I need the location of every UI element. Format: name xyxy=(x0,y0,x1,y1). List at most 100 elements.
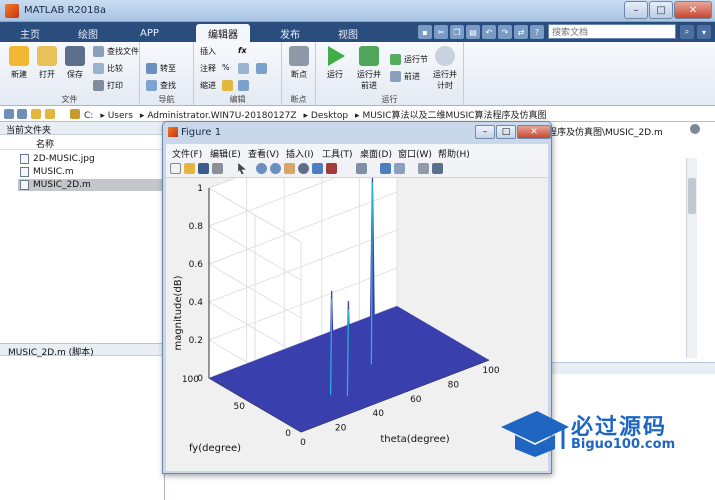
menu-desktop[interactable]: 桌面(D) xyxy=(360,147,392,160)
browse-folder-icon[interactable] xyxy=(45,109,55,119)
zoom-in-icon[interactable] xyxy=(256,163,267,174)
file-item[interactable]: MUSIC.m xyxy=(18,166,163,178)
editor-scrollbar[interactable] xyxy=(686,158,697,358)
rotate-3d-icon[interactable] xyxy=(298,163,309,174)
ribbon-collapse-icon[interactable]: ▾ xyxy=(697,25,711,39)
help-quick-icon[interactable]: ? xyxy=(530,25,544,39)
switch-windows-icon[interactable]: ⇄ xyxy=(514,25,528,39)
tab-apps[interactable]: APP xyxy=(128,24,171,42)
save-icon xyxy=(65,46,85,66)
crumb-users[interactable]: Users xyxy=(108,111,133,121)
select-arrow-icon[interactable] xyxy=(238,163,246,174)
file-item[interactable]: 2D-MUSIC.jpg xyxy=(18,153,163,165)
forward-arrow-icon[interactable] xyxy=(17,109,27,119)
figure-maximize-button[interactable]: □ xyxy=(496,125,516,139)
open-file-icon[interactable] xyxy=(184,163,195,174)
decrease-indent-icon[interactable] xyxy=(238,80,249,91)
figure-title: Figure 1 xyxy=(181,127,222,138)
goto-button[interactable]: 转至 xyxy=(146,63,176,74)
maximize-button[interactable]: □ xyxy=(649,1,673,19)
new-figure-icon[interactable] xyxy=(170,163,181,174)
crumb-user[interactable]: Administrator.WIN7U-20180127Z xyxy=(147,111,296,121)
search-docs-input[interactable] xyxy=(548,24,676,39)
watermark-url: Biguo100.com xyxy=(571,437,676,452)
file-item-selected[interactable]: MUSIC_2D.m xyxy=(18,179,163,191)
folder-up-icon[interactable] xyxy=(31,109,41,119)
figure-minimize-button[interactable]: – xyxy=(475,125,495,139)
tab-plots[interactable]: 绘图 xyxy=(66,24,110,42)
name-column-header[interactable]: 名称 xyxy=(0,137,165,150)
comment-button[interactable]: 注释 xyxy=(200,63,216,74)
tab-view[interactable]: 视图 xyxy=(326,24,370,42)
advance-button[interactable]: 前进 xyxy=(390,71,420,82)
find-button[interactable]: 查找 xyxy=(146,80,176,91)
save-quick-icon[interactable]: ▪ xyxy=(418,25,432,39)
zoom-out-icon[interactable] xyxy=(270,163,281,174)
hide-plot-tools-icon[interactable] xyxy=(418,163,429,174)
menu-insert[interactable]: 插入(I) xyxy=(286,147,314,160)
scrollbar-thumb[interactable] xyxy=(688,178,696,214)
close-button[interactable]: ✕ xyxy=(674,1,712,19)
run-and-time-button[interactable]: 运行并 计时 xyxy=(430,46,460,91)
title-bar: MATLAB R2018a – □ ✕ xyxy=(0,0,715,22)
menu-edit[interactable]: 编辑(E) xyxy=(210,147,241,160)
tab-editor[interactable]: 编辑器 xyxy=(196,24,250,42)
new-button[interactable]: 新建 xyxy=(6,46,32,80)
tab-home[interactable]: 主页 xyxy=(8,24,52,42)
run-button[interactable]: 运行 xyxy=(322,46,348,80)
redo-quick-icon[interactable]: ↷ xyxy=(498,25,512,39)
breadcrumb[interactable]: C: ▸ Users ▸ Administrator.WIN7U-20180127Z… xyxy=(84,108,553,121)
open-button[interactable]: 打开 xyxy=(34,46,60,80)
run-section-button[interactable]: 运行节 xyxy=(390,54,428,65)
uncomment-icon[interactable] xyxy=(238,63,249,74)
minimize-button[interactable]: – xyxy=(624,1,648,19)
crumb-drive[interactable]: C: xyxy=(84,111,93,121)
crumb-folder[interactable]: MUSIC算法以及二维MUSIC算法程序及仿真图 xyxy=(362,111,546,121)
compare-button[interactable]: 比较 xyxy=(93,63,123,74)
increase-indent-icon[interactable] xyxy=(256,63,267,74)
undo-quick-icon[interactable]: ↶ xyxy=(482,25,496,39)
print-figure-icon[interactable] xyxy=(212,163,223,174)
smart-indent-icon[interactable] xyxy=(222,80,233,91)
copy-quick-icon[interactable]: ❐ xyxy=(450,25,464,39)
menu-view[interactable]: 查看(V) xyxy=(248,147,279,160)
save-button[interactable]: 保存 xyxy=(62,46,88,80)
menu-file[interactable]: 文件(F) xyxy=(172,147,202,160)
print-icon xyxy=(93,80,104,91)
menu-help[interactable]: 帮助(H) xyxy=(438,147,470,160)
crumb-desktop[interactable]: Desktop xyxy=(311,111,348,121)
ribbon-group-run: 运行 运行并 前进 运行节 前进 运行并 计时 运行 xyxy=(316,42,464,106)
indent-button[interactable]: 缩进 xyxy=(200,80,216,91)
x-tick-label: 60 xyxy=(410,395,422,405)
details-header[interactable]: MUSIC_2D.m (脚本) xyxy=(0,343,165,358)
menu-tools[interactable]: 工具(T) xyxy=(322,147,353,160)
menu-window[interactable]: 窗口(W) xyxy=(398,147,432,160)
insert-button[interactable]: 插入 xyxy=(200,46,216,57)
colorbar-icon[interactable] xyxy=(380,163,391,174)
ribbon-group-breakpoints: 断点 断点 xyxy=(282,42,316,106)
editor-close-icon[interactable] xyxy=(690,124,700,134)
data-cursor-icon[interactable] xyxy=(312,163,323,174)
brush-icon[interactable] xyxy=(326,163,337,174)
print-button[interactable]: 打印 xyxy=(93,80,123,91)
search-icon[interactable]: ⌕ xyxy=(680,25,694,39)
cut-quick-icon[interactable]: ✂ xyxy=(434,25,448,39)
run-section-icon xyxy=(390,54,401,65)
group-label-navigate: 导航 xyxy=(158,95,175,104)
pan-hand-icon[interactable] xyxy=(284,163,295,174)
breakpoints-button[interactable]: 断点 xyxy=(286,46,312,80)
surface-plot[interactable]: 00.20.40.60.81050100020406080100 magnitu… xyxy=(166,178,548,471)
figure-close-button[interactable]: ✕ xyxy=(517,125,551,139)
paste-quick-icon[interactable]: ▤ xyxy=(466,25,480,39)
fx-button[interactable]: fx xyxy=(238,46,247,55)
figure-canvas[interactable]: 0 0.2 0.4 0.6 0.8 1 0 50 100 0 20 40 60 80 100 magnitu… xyxy=(166,178,548,471)
run-and-advance-button[interactable]: 运行并 前进 xyxy=(354,46,384,91)
find-files-button[interactable]: 查找文件 xyxy=(93,46,139,57)
save-figure-icon[interactable] xyxy=(198,163,209,174)
tab-publish[interactable]: 发布 xyxy=(268,24,312,42)
legend-icon[interactable] xyxy=(394,163,405,174)
link-plot-icon[interactable] xyxy=(356,163,367,174)
comment-percent-icon[interactable]: % xyxy=(222,63,230,72)
back-arrow-icon[interactable] xyxy=(4,109,14,119)
show-plot-tools-icon[interactable] xyxy=(432,163,443,174)
